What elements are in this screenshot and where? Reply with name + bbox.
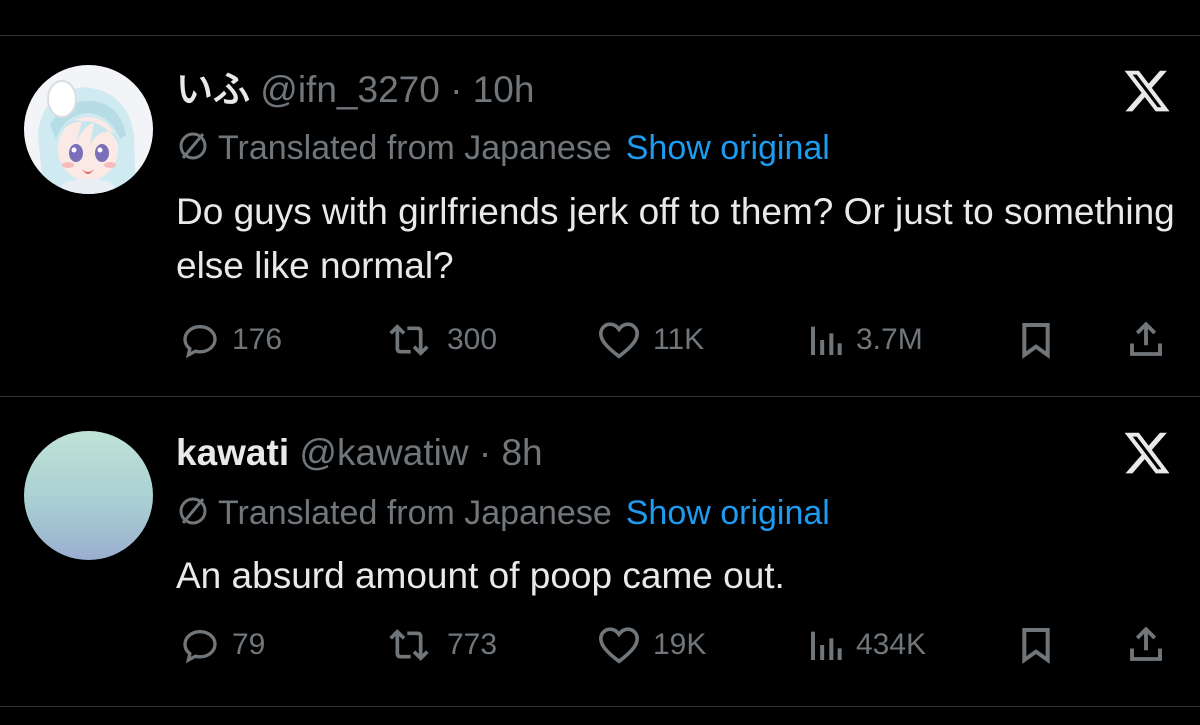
share-icon <box>1130 321 1162 356</box>
tweet-2[interactable]: kawati @kawatiw · 8h Translated from Jap… <box>0 397 1200 705</box>
translation-row: Translated from Japanese Show original <box>176 493 830 537</box>
tweet-header: いふ @ifn_3270 · 10h <box>176 68 534 112</box>
tweet-text: Do guys with girlfriends jerk off to the… <box>176 191 1175 286</box>
translate-icon <box>176 494 210 537</box>
views-icon <box>811 326 842 355</box>
action-bar: 176 300 11K 3.7M <box>0 318 1200 362</box>
tweet-header: kawati @kawatiw · 8h <box>176 431 543 475</box>
x-logo-icon[interactable] <box>1122 428 1172 478</box>
share-button[interactable] <box>1125 623 1167 667</box>
reply-icon <box>183 629 217 664</box>
like-button[interactable]: 19K <box>597 623 706 667</box>
reply-count: 176 <box>232 323 283 356</box>
avatar[interactable] <box>24 431 153 560</box>
divider-bottom <box>0 706 1200 707</box>
views-button[interactable]: 434K <box>808 623 926 667</box>
show-original-link[interactable]: Show original <box>626 129 830 167</box>
bookmark-icon <box>1022 628 1050 664</box>
views-icon <box>811 631 842 660</box>
heart-icon <box>598 322 640 359</box>
action-bar: 79 773 19K 434K <box>0 623 1200 667</box>
view-count: 3.7M <box>856 323 923 356</box>
repost-button[interactable]: 773 <box>383 623 497 667</box>
user-handle[interactable]: @ifn_3270 <box>260 69 440 110</box>
translation-note: Translated from Japanese <box>218 129 612 167</box>
translation-row: Translated from Japanese Show original <box>176 128 830 172</box>
repost-icon <box>389 324 429 356</box>
share-button[interactable] <box>1125 318 1167 362</box>
view-count: 434K <box>856 628 927 661</box>
avatar[interactable] <box>24 65 153 194</box>
gradient-avatar-icon <box>24 431 153 560</box>
translation-note: Translated from Japanese <box>218 494 612 532</box>
like-count: 19K <box>653 628 707 661</box>
reply-button[interactable]: 79 <box>180 623 265 667</box>
separator-dot: · <box>450 69 463 110</box>
share-icon <box>1130 626 1162 661</box>
display-name[interactable]: kawati <box>176 432 289 473</box>
display-name[interactable]: いふ <box>176 69 250 110</box>
x-logo-icon[interactable] <box>1122 66 1172 116</box>
timestamp[interactable]: 10h <box>473 69 535 110</box>
repost-button[interactable]: 300 <box>383 318 497 362</box>
like-count: 11K <box>653 323 705 356</box>
reply-button[interactable]: 176 <box>180 318 282 362</box>
repost-icon <box>389 629 429 661</box>
reply-count: 79 <box>232 628 266 661</box>
reply-icon <box>183 324 217 359</box>
bookmark-icon <box>1022 323 1050 359</box>
views-button[interactable]: 3.7M <box>808 318 923 362</box>
show-original-link[interactable]: Show original <box>626 494 830 532</box>
translate-icon <box>176 129 210 172</box>
repost-count: 300 <box>447 323 498 356</box>
tweet-1[interactable]: いふ @ifn_3270 · 10h Translated from Japan… <box>0 0 1200 395</box>
tweet-text: An absurd amount of poop came out. <box>176 555 785 596</box>
anime-character-avatar-icon <box>24 65 153 194</box>
separator-dot: · <box>478 432 492 473</box>
heart-icon <box>598 627 640 664</box>
bookmark-button[interactable] <box>1017 318 1055 362</box>
bookmark-button[interactable] <box>1017 623 1055 667</box>
user-handle[interactable]: @kawatiw <box>299 432 468 473</box>
repost-count: 773 <box>447 628 498 661</box>
timestamp[interactable]: 8h <box>501 432 542 473</box>
like-button[interactable]: 11K <box>597 318 704 362</box>
